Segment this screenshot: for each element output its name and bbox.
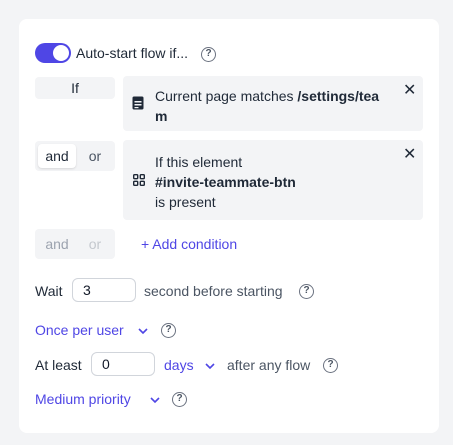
at-least-input[interactable]: 0 bbox=[91, 352, 155, 376]
condition-page-value: /settings/tea bbox=[297, 88, 380, 104]
auto-start-label: Auto-start flow if... bbox=[76, 45, 189, 61]
auto-start-toggle[interactable] bbox=[35, 43, 71, 63]
if-label: If bbox=[71, 80, 79, 96]
and-option-1[interactable]: and bbox=[38, 144, 76, 168]
condition-page-prefix: Current page matches bbox=[155, 88, 298, 104]
condition-element-value: #invite-teammate-btn bbox=[155, 174, 296, 190]
or-option-1[interactable]: or bbox=[81, 144, 109, 168]
condition-element-text: If this element #invite-teammate-btn is … bbox=[155, 152, 296, 212]
condition-page-value-wrap: m bbox=[155, 108, 168, 124]
and-or-toggle-2: and or bbox=[35, 229, 115, 259]
element-grid-icon bbox=[133, 174, 145, 186]
or-option-2[interactable]: or bbox=[81, 232, 109, 256]
condition-element-line3: is present bbox=[155, 194, 216, 210]
add-condition-button[interactable]: + Add condition bbox=[141, 236, 237, 252]
and-or-toggle-1: and or bbox=[35, 141, 115, 171]
condition-card-page[interactable]: Current page matches /settings/tea m ✕ bbox=[123, 76, 423, 131]
wait-label: Wait bbox=[35, 283, 63, 299]
and-option-2[interactable]: and bbox=[38, 232, 76, 256]
help-icon[interactable]: ? bbox=[172, 392, 187, 407]
chevron-down-icon[interactable] bbox=[137, 325, 149, 337]
chevron-down-icon[interactable] bbox=[149, 394, 161, 406]
at-least-suffix: after any flow bbox=[227, 357, 311, 373]
page-icon bbox=[132, 96, 144, 110]
chevron-down-icon[interactable] bbox=[204, 360, 216, 372]
condition-element-line1: If this element bbox=[155, 154, 243, 170]
days-dropdown[interactable]: days bbox=[164, 357, 194, 373]
toggle-knob bbox=[53, 45, 69, 61]
condition-page-text: Current page matches /settings/tea m bbox=[155, 86, 393, 126]
help-icon[interactable]: ? bbox=[323, 358, 338, 373]
help-icon[interactable]: ? bbox=[161, 323, 176, 338]
help-icon[interactable]: ? bbox=[201, 47, 216, 62]
at-least-label: At least bbox=[35, 357, 82, 373]
help-icon[interactable]: ? bbox=[299, 284, 314, 299]
flow-settings-card: Auto-start flow if... ? If Current page … bbox=[19, 19, 439, 433]
wait-suffix: second before starting bbox=[144, 283, 283, 299]
wait-seconds-input[interactable]: 3 bbox=[72, 278, 136, 302]
condition-card-element[interactable]: If this element #invite-teammate-btn is … bbox=[123, 140, 423, 220]
priority-dropdown[interactable]: Medium priority bbox=[35, 391, 131, 407]
frequency-dropdown[interactable]: Once per user bbox=[35, 322, 124, 338]
close-icon[interactable]: ✕ bbox=[403, 83, 416, 99]
if-label-box: If bbox=[35, 77, 115, 99]
close-icon[interactable]: ✕ bbox=[403, 147, 416, 163]
